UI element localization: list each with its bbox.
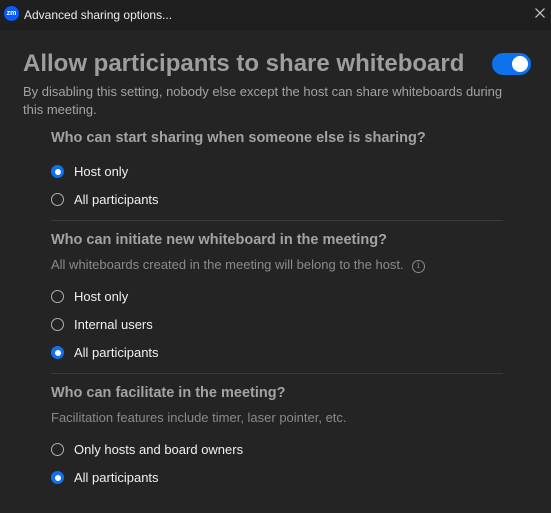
close-icon[interactable] (533, 6, 547, 20)
zoom-app-icon: zm (4, 6, 19, 21)
radio-button (51, 443, 64, 456)
option-label: All participants (74, 470, 159, 485)
window-title: Advanced sharing options... (24, 8, 173, 22)
option-label: Internal users (74, 317, 153, 332)
toggle-knob (512, 56, 528, 72)
section-start-sharing-title: Who can start sharing when someone else … (51, 130, 426, 146)
option-label: Only hosts and board owners (74, 442, 244, 457)
radio-button-checked (51, 471, 64, 484)
radio-button (51, 318, 64, 331)
divider (51, 220, 503, 221)
share-whiteboard-toggle[interactable] (492, 53, 531, 75)
divider (51, 373, 503, 374)
radio-button-checked (51, 346, 64, 359)
option-label: Host only (74, 289, 129, 304)
section-facilitate-title: Who can facilitate in the meeting? (51, 385, 286, 401)
title-bar: zm Advanced sharing options... (0, 0, 551, 30)
description-text: All whiteboards created in the meeting w… (51, 257, 404, 272)
info-icon[interactable]: i (411, 260, 425, 273)
option-label: Host only (74, 164, 129, 179)
radio-button-checked (51, 165, 64, 178)
option-label: All participants (74, 192, 159, 207)
radio-button (51, 193, 64, 206)
setting-title: Allow participants to share whiteboard (23, 50, 465, 77)
section-initiate-whiteboard-description: All whiteboards created in the meeting w… (51, 257, 425, 273)
option-label: All participants (74, 345, 159, 360)
radio-button (51, 290, 64, 303)
section-initiate-whiteboard-title: Who can initiate new whiteboard in the m… (51, 232, 387, 248)
setting-description: By disabling this setting, nobody else e… (23, 84, 503, 117)
section-facilitate-description: Facilitation features include timer, las… (51, 410, 347, 425)
